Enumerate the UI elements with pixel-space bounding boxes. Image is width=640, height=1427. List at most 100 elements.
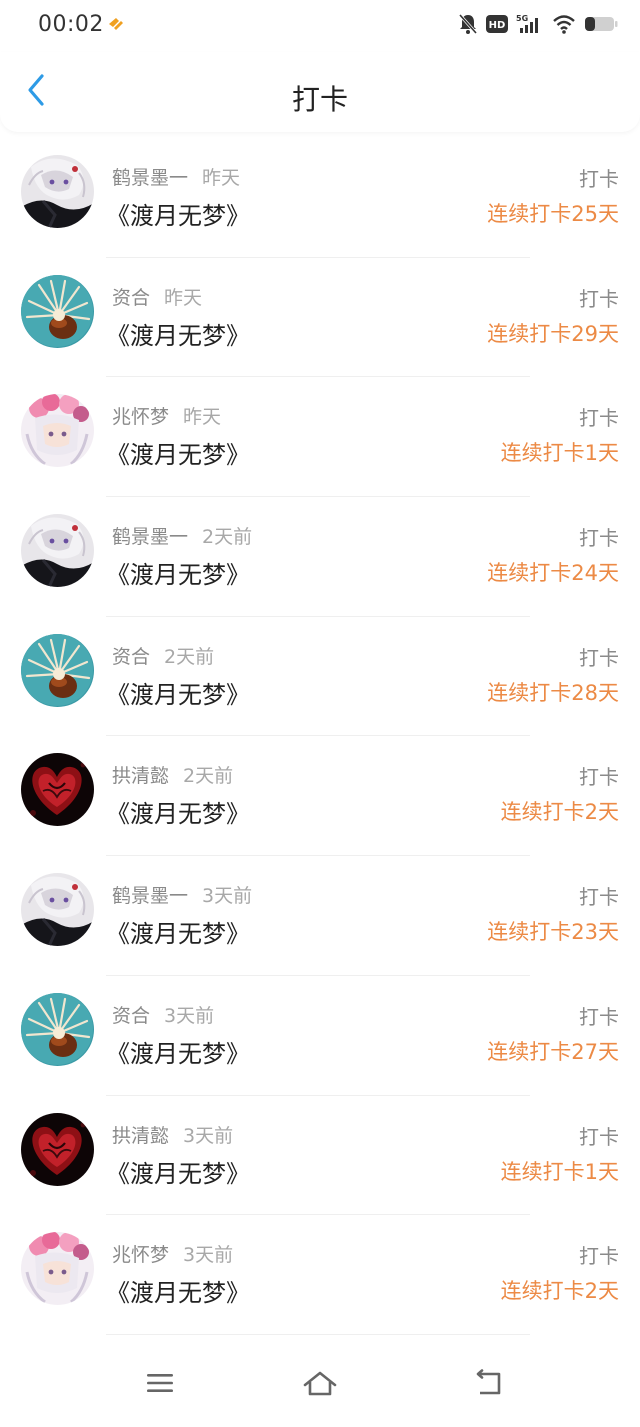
checkin-time: 2天前 <box>202 526 253 549</box>
user-name-text: 兆怀梦 <box>112 406 170 429</box>
user-name: 资合 2天前 <box>112 642 214 669</box>
checkin-label: 打卡 <box>579 645 619 670</box>
user-name: 鹤景墨一 2天前 <box>112 522 252 549</box>
checkin-label: 打卡 <box>579 286 619 311</box>
book-title: 《渡月无梦》 <box>106 800 250 829</box>
user-name-text: 兆怀梦 <box>112 1244 170 1267</box>
streak-label: 连续打卡2天 <box>500 1279 619 1304</box>
list-item[interactable]: 资合 昨天 《渡月无梦》 打卡 连续打卡29天 <box>0 258 640 378</box>
streak-label: 连续打卡29天 <box>487 321 619 346</box>
user-name-text: 拱清懿 <box>112 765 170 788</box>
checkin-screen: 00:02 HD 5G 打卡 鹤景墨一 昨天 《渡月无梦》 打卡 连续打卡25天… <box>0 0 640 1427</box>
streak-label: 连续打卡27天 <box>487 1039 619 1064</box>
checkin-time: 昨天 <box>202 167 241 189</box>
hd-icon: HD <box>486 14 508 34</box>
checkin-time: 2天前 <box>183 765 234 788</box>
avatar[interactable] <box>21 1112 94 1186</box>
page-title: 打卡 <box>291 83 348 116</box>
avatar[interactable] <box>21 873 94 947</box>
back-icon <box>472 1369 504 1401</box>
wifi-icon <box>552 14 576 34</box>
system-nav-bar <box>0 1343 640 1427</box>
avatar[interactable] <box>21 394 94 468</box>
user-name: 鹤景墨一 昨天 <box>112 163 240 190</box>
home-button[interactable] <box>300 1365 340 1405</box>
checkin-time: 2天前 <box>164 645 215 668</box>
checkin-time: 昨天 <box>183 406 222 429</box>
user-name-text: 资合 <box>112 286 151 309</box>
status-icons: HD 5G <box>458 13 618 35</box>
user-name-text: 资合 <box>112 645 151 668</box>
streak-label: 连续打卡2天 <box>500 800 619 825</box>
streak-label: 连续打卡1天 <box>500 441 619 466</box>
streak-label: 连续打卡1天 <box>500 1159 619 1184</box>
list-item[interactable]: 兆怀梦 3天前 《渡月无梦》 打卡 连续打卡2天 <box>0 1215 640 1335</box>
checkin-label: 打卡 <box>579 1004 619 1029</box>
book-title: 《渡月无梦》 <box>106 1159 250 1188</box>
checkin-time: 3天前 <box>183 1124 234 1147</box>
user-name: 兆怀梦 3天前 <box>112 1240 233 1267</box>
checkin-label: 打卡 <box>579 526 619 551</box>
user-name-text: 拱清懿 <box>112 1124 170 1147</box>
status-bar: 00:02 HD 5G <box>0 0 640 52</box>
streak-label: 连续打卡24天 <box>487 561 619 586</box>
book-title: 《渡月无梦》 <box>106 1279 250 1308</box>
battery-icon <box>584 14 618 34</box>
book-title: 《渡月无梦》 <box>106 202 250 230</box>
user-name-text: 鹤景墨一 <box>112 885 189 908</box>
list-item[interactable]: 资合 2天前 《渡月无梦》 打卡 连续打卡28天 <box>0 617 640 737</box>
checkin-list: 鹤景墨一 昨天 《渡月无梦》 打卡 连续打卡25天 资合昨天 《渡月无梦》 打卡… <box>0 138 640 1335</box>
avatar[interactable] <box>21 1232 94 1306</box>
user-name: 资合 昨天 <box>112 283 202 310</box>
book-title: 《渡月无梦》 <box>106 321 250 350</box>
list-item[interactable]: 鹤景墨一 昨天 《渡月无梦》 打卡 连续打卡25天 <box>0 138 640 258</box>
divider <box>106 1333 530 1335</box>
book-title: 《渡月无梦》 <box>106 1039 250 1068</box>
avatar[interactable] <box>21 514 94 588</box>
avatar[interactable] <box>21 274 94 348</box>
user-name: 兆怀梦 昨天 <box>112 402 221 429</box>
home-icon <box>302 1369 338 1401</box>
book-title: 《渡月无梦》 <box>106 920 250 949</box>
bell-off-icon <box>458 13 478 35</box>
checkin-label: 打卡 <box>579 765 619 790</box>
checkin-label: 打卡 <box>579 406 619 431</box>
avatar[interactable] <box>21 992 94 1066</box>
user-name: 拱清懿 3天前 <box>112 1121 233 1148</box>
streak-label: 连续打卡25天 <box>487 202 619 226</box>
book-title: 《渡月无梦》 <box>106 441 250 470</box>
app-notification-icon <box>106 14 126 34</box>
list-item[interactable]: 鹤景墨一 2天前 《渡月无梦》 打卡 连续打卡24天 <box>0 497 640 617</box>
checkin-label: 打卡 <box>579 1124 619 1149</box>
svg-text:5G: 5G <box>516 14 528 23</box>
list-item[interactable]: 拱清懿 3天前 《渡月无梦》 打卡 连续打卡1天 <box>0 1096 640 1216</box>
user-name-text: 资合 <box>112 1004 151 1027</box>
book-title: 《渡月无梦》 <box>106 680 250 709</box>
book-title: 《渡月无梦》 <box>106 561 250 590</box>
menu-button[interactable] <box>140 1365 180 1405</box>
header: 打卡 <box>0 52 640 132</box>
checkin-label: 打卡 <box>579 1244 619 1269</box>
list-item[interactable]: 兆怀梦 昨天 《渡月无梦》 打卡 连续打卡1天 <box>0 377 640 498</box>
streak-label: 连续打卡28天 <box>487 680 619 705</box>
list-item[interactable]: 资合 3天前 《渡月无梦》 打卡 连续打卡27天 <box>0 976 640 1096</box>
checkin-time: 昨天 <box>164 286 203 309</box>
menu-icon <box>145 1371 175 1399</box>
checkin-time: 3天前 <box>183 1244 234 1267</box>
list-item[interactable]: 鹤景墨一 3天前 《渡月无梦》 打卡 连续打卡23天 <box>0 856 640 976</box>
list-item[interactable]: 拱清懿 2天前 《渡月无梦》 打卡 连续打卡2天 <box>0 736 640 857</box>
5g-signal-icon: 5G <box>516 13 544 35</box>
avatar[interactable] <box>21 753 94 827</box>
streak-label: 连续打卡23天 <box>487 920 619 945</box>
user-name: 拱清懿 2天前 <box>112 761 233 788</box>
avatar[interactable] <box>21 155 94 228</box>
user-name: 鹤景墨一 3天前 <box>112 881 252 908</box>
system-back-button[interactable] <box>468 1365 508 1405</box>
svg-text:HD: HD <box>489 20 506 31</box>
checkin-label: 打卡 <box>579 167 619 191</box>
status-time: 00:02 <box>38 12 104 37</box>
avatar[interactable] <box>21 633 94 707</box>
checkin-label: 打卡 <box>579 885 619 910</box>
user-name-text: 鹤景墨一 <box>112 526 189 549</box>
checkin-time: 3天前 <box>164 1004 215 1027</box>
